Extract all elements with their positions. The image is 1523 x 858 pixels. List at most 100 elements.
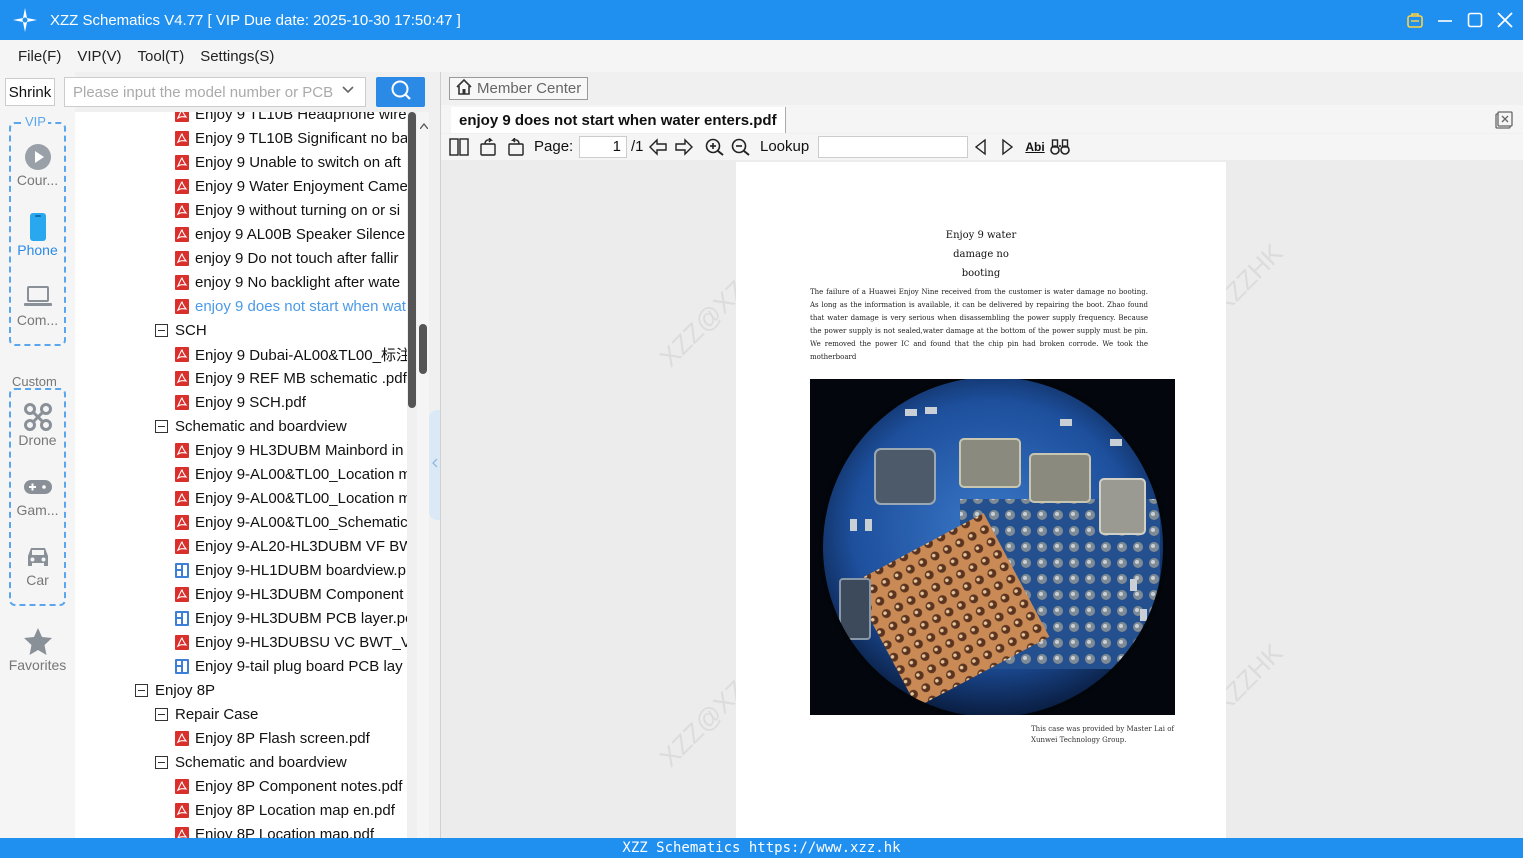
tree-file[interactable]: Enjoy 8P Location map en.pdf (175, 798, 395, 822)
close-icon[interactable] (1497, 12, 1513, 28)
tree-item-label: Enjoy 9-HL1DUBM boardview.p (195, 561, 406, 579)
model-search-input[interactable]: Please input the model number or PCB (64, 77, 366, 107)
collapse-toggle-icon[interactable] (155, 419, 168, 433)
tree-folder[interactable]: Schematic and boardview (155, 414, 347, 438)
pdf-title-line: damage no (953, 249, 1009, 260)
shrink-button[interactable]: Shrink (5, 78, 55, 106)
tree-item-label: Enjoy 9 Unable to switch on aft (195, 153, 401, 171)
rail-item-car[interactable]: Car (0, 542, 75, 588)
chevron-down-icon[interactable] (341, 83, 355, 101)
tree-file[interactable]: Enjoy 9 without turning on or si (175, 198, 400, 222)
tree-item-label: Enjoy 9 Water Enjoyment Came (195, 177, 407, 195)
tree-file[interactable]: Enjoy 9 TL10B Headphone wire (175, 112, 407, 126)
tree-file[interactable]: Enjoy 8P Location map.pdf (175, 822, 374, 838)
prev-page-arrow-icon[interactable] (648, 138, 668, 156)
rail-item-favorites[interactable]: Favorites (0, 627, 75, 673)
minimize-icon[interactable] (1437, 12, 1453, 28)
tree-file[interactable]: Enjoy 9 Dubai-AL00&TL00_标注 (175, 342, 407, 366)
pdf-file-icon (175, 802, 189, 818)
match-case-icon[interactable]: Abi (1024, 138, 1046, 156)
rail-item-label: Favorites (8, 657, 67, 673)
tree-folder[interactable]: Repair Case (155, 702, 258, 726)
tree-file[interactable]: Enjoy 9 SCH.pdf (175, 390, 306, 414)
tree-file[interactable]: Enjoy 8P Flash screen.pdf (175, 726, 370, 750)
tree-item-label: Repair Case (175, 705, 259, 723)
member-center-button[interactable]: Member Center (449, 77, 588, 100)
zoom-out-icon[interactable] (731, 138, 751, 156)
home-icon (455, 78, 473, 100)
maximize-icon[interactable] (1467, 12, 1483, 28)
pdf-file-icon (175, 112, 189, 122)
pdf-viewer[interactable]: XZZ@XZZHK XZZ@XZZHK XZZ@XZZHK XZZ@XZZHK … (441, 160, 1523, 842)
rail-item-label: Gam... (16, 502, 59, 518)
rail-item-game[interactable]: Gam... (0, 472, 75, 518)
tree-item-label: Enjoy 8P Component notes.pdf (195, 777, 403, 795)
tree-file[interactable]: Enjoy 8P Component notes.pdf (175, 774, 402, 798)
tree-file[interactable]: Enjoy 9-AL00&TL00_Schematic_ (175, 510, 407, 534)
page-number-input[interactable]: 1 (579, 136, 627, 158)
tree-folder[interactable]: SCH (155, 318, 207, 342)
pdf-file-icon (175, 826, 189, 838)
vip-bag-icon[interactable] (1407, 12, 1423, 28)
rail-item-label: Cour... (16, 172, 59, 188)
tree-file[interactable]: Enjoy 9 HL3DUBM Mainbord in (175, 438, 403, 462)
tab-document[interactable]: enjoy 9 does not start when water enters… (451, 107, 786, 133)
tree-file[interactable]: enjoy 9 AL00B Speaker Silence (175, 222, 405, 246)
rail-item-phone[interactable]: Phone (0, 212, 75, 258)
menu-vip[interactable]: VIP(V) (77, 48, 121, 65)
rail-item-courses[interactable]: Cour... (0, 142, 75, 188)
zoom-in-icon[interactable] (705, 138, 725, 156)
tree-file[interactable]: Enjoy 9-AL20-HL3DUBM VF BW (175, 534, 407, 558)
tree-item-label: Enjoy 8P (155, 681, 216, 699)
tree-file[interactable]: enjoy 9 No backlight after wate (175, 270, 400, 294)
tree-file[interactable]: Enjoy 9-AL00&TL00_Location m (175, 486, 407, 510)
tree-file[interactable]: Enjoy 9-HL3DUBM Component (175, 582, 403, 606)
tree-folder[interactable]: Schematic and boardview (155, 750, 347, 774)
gamepad-icon (0, 472, 75, 502)
menu-tool[interactable]: Tool(T) (138, 48, 185, 65)
tree-file[interactable]: enjoy 9 Do not touch after fallir (175, 246, 398, 270)
tree-file[interactable]: Enjoy 9-AL00&TL00_Location m (175, 462, 407, 486)
menu-bar: File(F) VIP(V) Tool(T) Settings(S) (0, 40, 1523, 72)
lookup-label: Lookup (760, 138, 810, 155)
boardview-file-icon (175, 610, 189, 626)
collapse-toggle-icon[interactable] (135, 683, 148, 697)
find-next-icon[interactable] (997, 138, 1017, 156)
tree-file[interactable]: enjoy 9 does not start when wat (175, 294, 406, 318)
rotate-right-icon[interactable] (505, 138, 525, 156)
tree-item-label: Enjoy 8P Location map.pdf (195, 825, 375, 839)
pdf-file-icon (175, 154, 189, 170)
tree-folder[interactable]: Enjoy 8P (135, 678, 215, 702)
menu-settings[interactable]: Settings(S) (200, 48, 274, 65)
close-tabs-icon[interactable] (1495, 111, 1513, 134)
tree-file[interactable]: Enjoy 9-tail plug board PCB lay (175, 654, 403, 678)
search-button[interactable] (376, 77, 425, 107)
tree-file[interactable]: Enjoy 9-HL1DUBM boardview.p (175, 558, 406, 582)
binoculars-icon[interactable] (1050, 138, 1070, 156)
scroll-up-icon[interactable] (419, 116, 429, 134)
tree-file[interactable]: Enjoy 9 Water Enjoyment Came (175, 174, 407, 198)
lookup-input[interactable] (818, 136, 968, 158)
two-page-view-icon[interactable] (449, 138, 469, 156)
tree-file[interactable]: Enjoy 9-HL3DUBSU VC BWT_V1. (175, 630, 407, 654)
tree-scroll-thumb-upper[interactable] (408, 112, 416, 408)
next-page-arrow-icon[interactable] (674, 138, 694, 156)
tree-scrollbar[interactable] (407, 112, 417, 838)
rotate-left-icon[interactable] (479, 138, 499, 156)
tree-outer-scrollbar[interactable] (417, 112, 429, 838)
menu-file[interactable]: File(F) (18, 48, 61, 65)
tree-file[interactable]: Enjoy 9 Unable to switch on aft (175, 150, 401, 174)
collapse-toggle-icon[interactable] (155, 755, 168, 769)
find-previous-icon[interactable] (971, 138, 991, 156)
collapse-toggle-icon[interactable] (155, 323, 168, 337)
rail-item-drone[interactable]: Drone (0, 402, 75, 448)
tree-file[interactable]: Enjoy 9 REF MB schematic .pdf (175, 366, 407, 390)
tree-file[interactable]: Enjoy 9-HL3DUBM PCB layer.pc (175, 606, 407, 630)
collapse-toggle-icon[interactable] (155, 707, 168, 721)
tree-file[interactable]: Enjoy 9 TL10B Significant no ba (175, 126, 407, 150)
boardview-file-icon (175, 658, 189, 674)
tree-scroll-thumb[interactable] (419, 324, 427, 374)
rail-item-label: Phone (17, 242, 58, 258)
window-title: XZZ Schematics V4.77 [ VIP Due date: 202… (50, 11, 461, 29)
rail-item-computer[interactable]: Com... (0, 282, 75, 328)
